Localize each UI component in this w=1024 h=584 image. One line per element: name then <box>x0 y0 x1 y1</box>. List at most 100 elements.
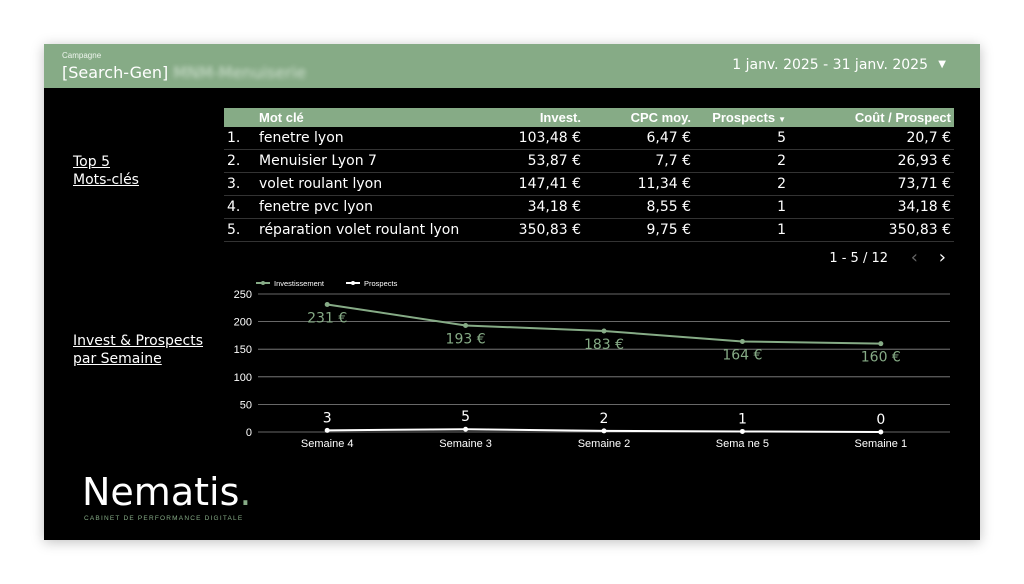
data-point <box>324 301 330 307</box>
table-row: 2. Menuisier Lyon 7 53,87 € 7,7 € 2 26,9… <box>224 149 954 173</box>
logo-text: Nematis <box>82 470 240 514</box>
data-point <box>878 429 884 435</box>
table-row: 3. volet roulant lyon 147,41 € 11,34 € 2… <box>224 172 954 196</box>
y-tick-label: 50 <box>240 399 252 411</box>
data-label: 183 € <box>584 337 624 353</box>
top5-keywords-link[interactable]: Top 5 Mots-clés <box>73 153 139 189</box>
data-label: 164 € <box>722 347 762 363</box>
cell-invest: 34,18 € <box>474 195 584 219</box>
header-rank <box>224 108 256 127</box>
table-row: 1. fenetre lyon 103,48 € 6,47 € 5 20,7 € <box>224 127 954 150</box>
x-tick-label: Semaine 4 <box>301 438 354 450</box>
campaign-name-text: [Search-Gen] <box>62 63 169 82</box>
date-range-dropdown-icon[interactable]: ▼ <box>938 59 946 70</box>
cell-rank: 2. <box>224 149 256 173</box>
data-label: 2 <box>600 411 609 427</box>
legend-label: Prospects <box>364 279 398 288</box>
data-label: 160 € <box>861 350 901 366</box>
data-point <box>601 428 607 434</box>
cell-cost-per-prospect: 34,18 € <box>789 195 954 219</box>
logo-tagline: CABINET DE PERFORMANCE DIGITALE <box>84 515 244 522</box>
cell-rank: 4. <box>224 195 256 219</box>
invest-prospects-link[interactable]: Invest & Prospects par Semaine <box>73 332 203 368</box>
pagination-prev-icon[interactable]: ‹ <box>911 247 918 268</box>
table-row: 4. fenetre pvc lyon 34,18 € 8,55 € 1 34,… <box>224 195 954 219</box>
x-tick-label: Semaine 3 <box>439 438 492 450</box>
table-header-row: Mot clé Invest. CPC moy. Prospects ▼ Coût… <box>224 108 954 127</box>
legend-swatch-dot <box>261 281 265 285</box>
header-cost-per-prospect[interactable]: Coût / Prospect <box>789 108 954 127</box>
cell-cost-per-prospect: 26,93 € <box>789 149 954 173</box>
nematis-logo: Nematis. <box>82 470 251 514</box>
cell-invest: 103,48 € <box>474 127 584 150</box>
table-row: 5. réparation volet roulant lyon 350,83 … <box>224 218 954 242</box>
logo-dot: . <box>239 470 252 514</box>
data-point <box>601 328 607 334</box>
pagination-next-icon[interactable]: › <box>939 247 946 268</box>
top5-line1: Top 5 <box>73 154 110 170</box>
data-point <box>739 428 745 434</box>
cell-cpc: 11,34 € <box>584 172 694 196</box>
x-tick-label: Sema ne 5 <box>716 438 769 450</box>
data-label: 231 € <box>307 310 347 326</box>
cell-keyword: réparation volet roulant lyon <box>256 218 474 242</box>
cell-invest: 53,87 € <box>474 149 584 173</box>
data-label: 0 <box>876 412 885 428</box>
cell-prospects: 1 <box>694 218 789 242</box>
cell-cost-per-prospect: 20,7 € <box>789 127 954 150</box>
legend-label: Investissement <box>274 279 325 288</box>
cell-prospects: 2 <box>694 172 789 196</box>
data-point <box>324 427 330 433</box>
header-cpc[interactable]: CPC moy. <box>584 108 694 127</box>
weekly-line-chart: 050100150200250Semaine 4 Semaine 3 Semaine… <box>234 279 950 450</box>
y-tick-label: 200 <box>234 317 252 329</box>
y-tick-label: 150 <box>234 344 252 356</box>
cell-rank: 5. <box>224 218 256 242</box>
cell-keyword: volet roulant lyon <box>256 172 474 196</box>
cell-cpc: 8,55 € <box>584 195 694 219</box>
invest-line1: Invest & Prospects <box>73 333 203 349</box>
invest-line2: par Semaine <box>73 351 162 367</box>
data-label: 3 <box>323 410 332 426</box>
dashboard-card: Campagne [Search-Gen] MNM-Menuiserie 1 j… <box>44 44 980 540</box>
header-invest[interactable]: Invest. <box>474 108 584 127</box>
cell-prospects: 5 <box>694 127 789 150</box>
top5-line2: Mots-clés <box>73 172 139 188</box>
date-range-selector[interactable]: 1 janv. 2025 - 31 janv. 2025 <box>732 57 928 73</box>
pagination-label: 1 - 5 / 12 <box>829 251 888 266</box>
cell-invest: 147,41 € <box>474 172 584 196</box>
cell-keyword: Menuisier Lyon 7 <box>256 149 474 173</box>
campaign-header: Campagne [Search-Gen] MNM-Menuiserie 1 j… <box>44 44 980 88</box>
campaign-label: Campagne <box>62 51 102 60</box>
campaign-name[interactable]: [Search-Gen] MNM-Menuiserie <box>62 63 306 82</box>
y-tick-label: 0 <box>246 427 252 439</box>
header-prospects[interactable]: Prospects ▼ <box>694 108 789 127</box>
cell-invest: 350,83 € <box>474 218 584 242</box>
y-tick-label: 100 <box>234 372 252 384</box>
sort-desc-icon: ▼ <box>778 115 786 124</box>
header-prospects-label: Prospects <box>712 110 776 125</box>
cell-cpc: 6,47 € <box>584 127 694 150</box>
campaign-name-blurred: MNM-Menuiserie <box>173 63 307 82</box>
x-tick-label: Semaine 1 <box>855 438 908 450</box>
cell-cost-per-prospect: 350,83 € <box>789 218 954 242</box>
cell-rank: 3. <box>224 172 256 196</box>
cell-prospects: 1 <box>694 195 789 219</box>
cell-keyword: fenetre lyon <box>256 127 474 150</box>
cell-keyword: fenetre pvc lyon <box>256 195 474 219</box>
data-label: 193 € <box>446 331 486 347</box>
data-label: 5 <box>461 409 470 425</box>
cell-cost-per-prospect: 73,71 € <box>789 172 954 196</box>
x-tick-label: Semaine 2 <box>578 438 631 450</box>
data-point <box>463 322 469 328</box>
data-point <box>463 426 469 432</box>
data-point <box>878 341 884 347</box>
cell-prospects: 2 <box>694 149 789 173</box>
cell-rank: 1. <box>224 127 256 150</box>
keywords-table: Mot clé Invest. CPC moy. Prospects ▼ Coût… <box>224 108 954 242</box>
data-point <box>739 338 745 344</box>
cell-cpc: 9,75 € <box>584 218 694 242</box>
header-keyword[interactable]: Mot clé <box>256 108 474 127</box>
cell-cpc: 7,7 € <box>584 149 694 173</box>
legend-swatch-dot <box>351 281 355 285</box>
